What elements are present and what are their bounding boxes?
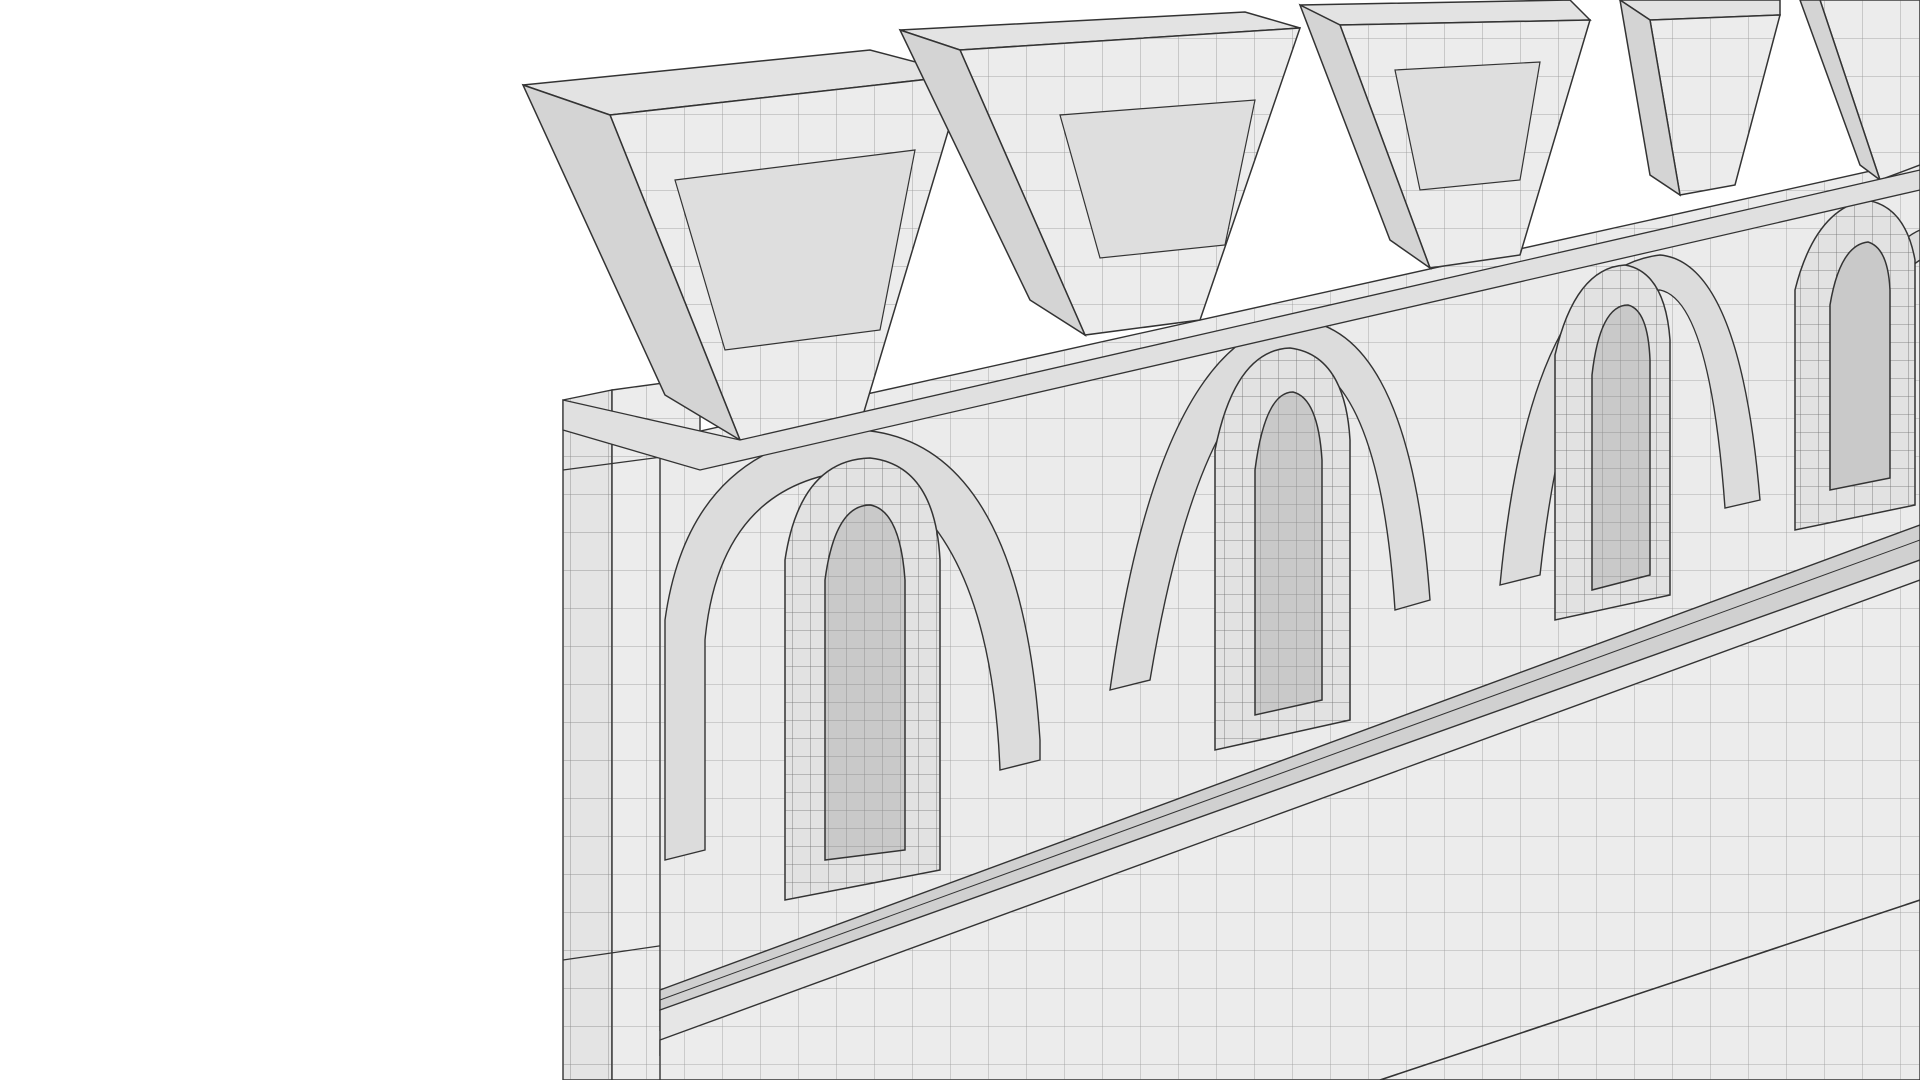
merlon-3 [1298,0,1592,270]
merlon-4 [1618,0,1781,197]
arched-window-4 [1794,199,1916,531]
merlon-2 [898,11,1302,337]
wireframe-render [521,0,1920,1080]
viewport [0,0,1920,1080]
arched-window-3 [1554,264,1671,621]
arched-window-2 [1214,347,1351,751]
merlon-5 [1799,0,1920,183]
merlon-1 [521,49,967,442]
arched-window-1 [784,457,941,901]
